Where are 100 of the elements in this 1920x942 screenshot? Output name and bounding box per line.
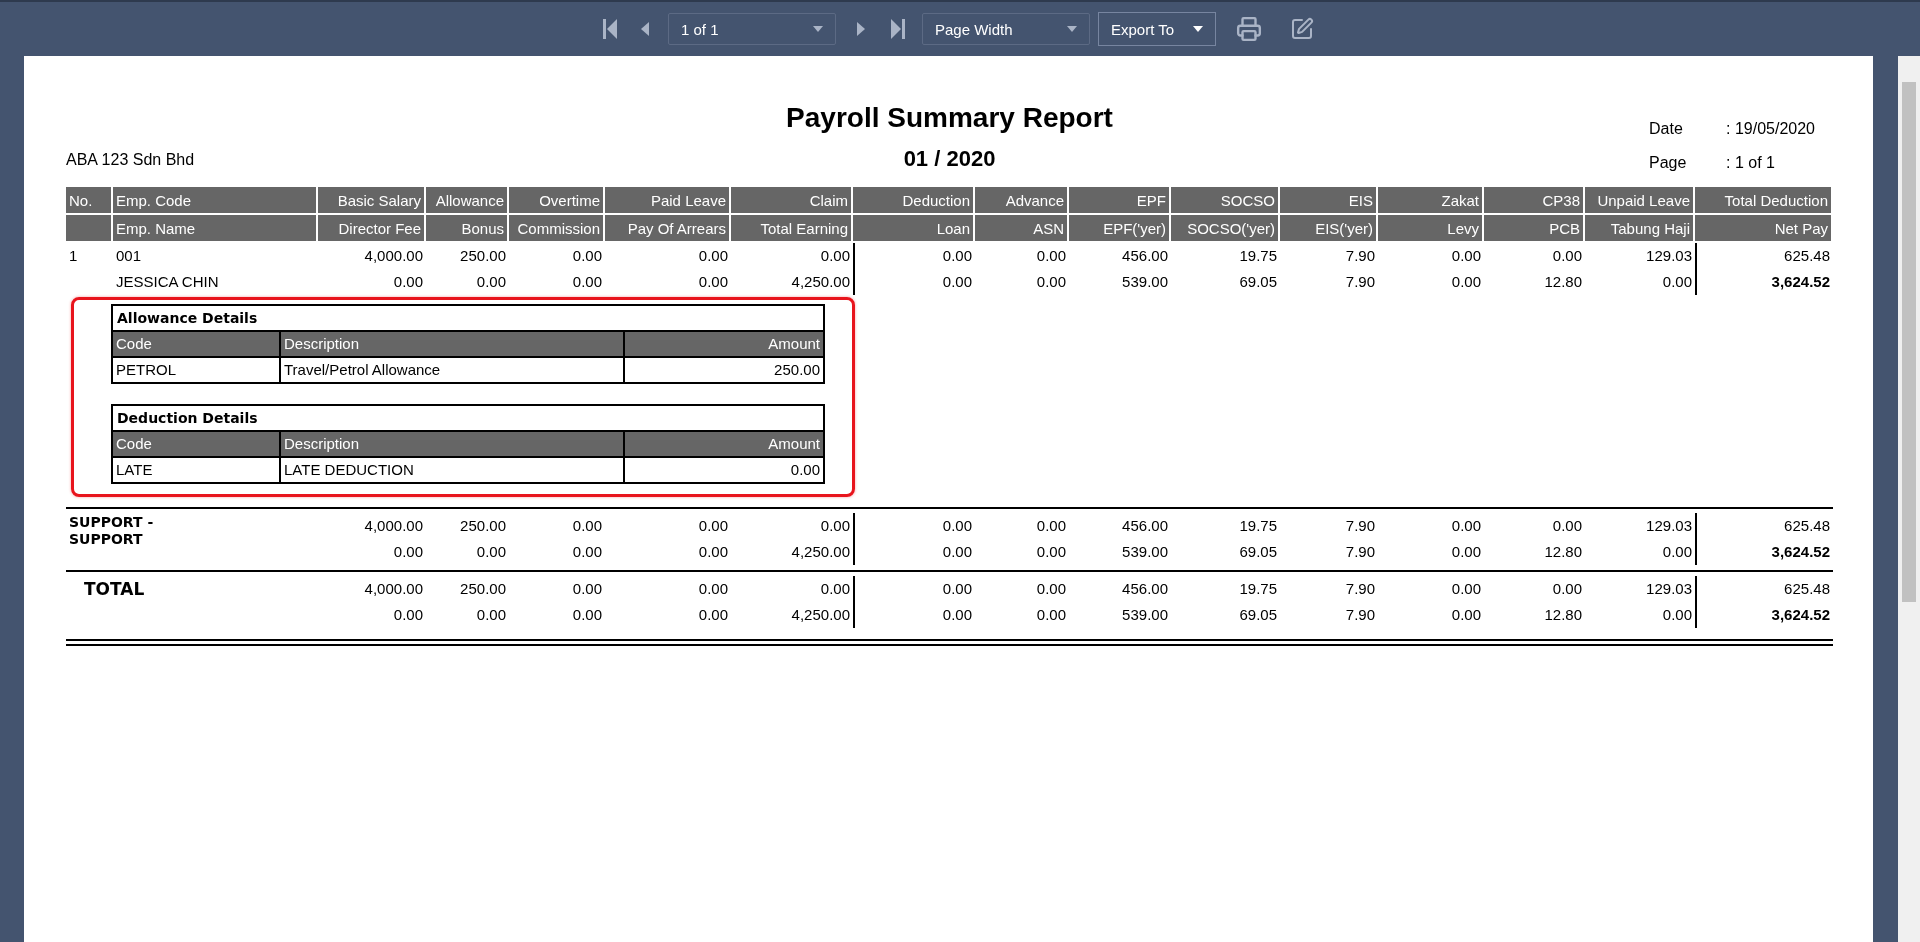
table-cell-text: 0.00: [475, 605, 507, 625]
table-cell-text: 129.03: [1645, 246, 1693, 266]
table-cell-text: 0.00: [1551, 579, 1583, 599]
table-cell-text: 69.05: [1238, 272, 1278, 292]
table-cell-text: 0.00: [819, 579, 851, 599]
table-cell-text: 539.00: [1121, 605, 1169, 625]
table-cell-text: 539.00: [1121, 542, 1169, 562]
column-header: No.: [66, 187, 113, 215]
table-cell-text: 539.00: [1121, 272, 1169, 292]
table-cell-text: 456.00: [1121, 516, 1169, 536]
table-cell-text: JESSICA CHIN: [115, 272, 220, 292]
column-header: Description: [279, 432, 623, 458]
table-cell-text: 0.00: [1035, 542, 1067, 562]
print-button[interactable]: [1236, 16, 1262, 42]
scrollbar[interactable]: [1898, 56, 1920, 942]
table-cell-text: 250.00: [459, 246, 507, 266]
table-cell-text: 0.00: [1035, 246, 1067, 266]
table-cell-text: 12.80: [1543, 542, 1583, 562]
table-cell-text: 12.80: [1543, 272, 1583, 292]
table-cell: 0.00: [853, 513, 975, 539]
table-cell-text: 0.00: [697, 605, 729, 625]
table-cell-text: 250.00: [459, 579, 507, 599]
table-cell-text: 0.00: [392, 542, 424, 562]
column-header: Director Fee: [318, 215, 426, 243]
column-header: SOCSO('yer): [1171, 215, 1280, 243]
table-cell: 0.00: [853, 576, 975, 602]
column-header: Code: [113, 432, 279, 458]
table-cell-text: 0.00: [697, 246, 729, 266]
table-cell-text: 0.00: [392, 605, 424, 625]
column-header: EPF('yer): [1069, 215, 1171, 243]
edit-button[interactable]: [1290, 17, 1314, 41]
table-cell-text: 7.90: [1344, 516, 1376, 536]
table-cell-text: 4,250.00: [790, 542, 851, 562]
table-cell-text: 0.00: [475, 542, 507, 562]
table-cell-text: PETROL: [115, 360, 177, 380]
date-label: Date: [1649, 119, 1684, 139]
column-header: Tabung Haji: [1585, 215, 1695, 243]
column-header: PCB: [1484, 215, 1585, 243]
column-header: Emp. Code: [113, 187, 318, 215]
column-header: Total Deduction: [1695, 187, 1833, 215]
table-cell-text: 4,250.00: [790, 605, 851, 625]
table-cell-text: 7.90: [1344, 605, 1376, 625]
page-selector[interactable]: 1 of 1: [668, 13, 836, 45]
column-header: SOCSO: [1171, 187, 1280, 215]
scrollbar-thumb[interactable]: [1902, 82, 1916, 602]
column-header: Levy: [1378, 215, 1484, 243]
table-cell-text: 0.00: [1450, 605, 1482, 625]
table-cell-text: 69.05: [1238, 542, 1278, 562]
table-cell-text: 0.00: [819, 246, 851, 266]
date-value: : 19/05/2020: [1726, 119, 1815, 139]
table-cell-text: 0.00: [571, 605, 603, 625]
column-header: Bonus: [426, 215, 509, 243]
column-header: Description: [279, 332, 623, 358]
column-header: Basic Salary: [318, 187, 426, 215]
table-cell-text: 0.00: [571, 272, 603, 292]
table-cell: 250.00: [623, 358, 823, 382]
previous-page-button[interactable]: [640, 21, 650, 37]
table-cell-text: 0.00: [392, 272, 424, 292]
table-cell-text: 7.90: [1344, 579, 1376, 599]
table-cell-text: 4,000.00: [363, 516, 424, 536]
table-cell: 3,624.52: [1695, 269, 1833, 295]
table-cell-text: 456.00: [1121, 579, 1169, 599]
table-cell: 625.48: [1695, 513, 1833, 539]
table-cell-text: 0.00: [1661, 272, 1693, 292]
zoom-selector[interactable]: Page Width: [922, 13, 1090, 45]
table-cell-text: 0.00: [697, 542, 729, 562]
table-cell-text: 7.90: [1344, 246, 1376, 266]
column-header: ASN: [975, 215, 1069, 243]
column-header: Deduction: [853, 187, 975, 215]
table-cell-text: 0.00: [697, 579, 729, 599]
table-cell-text: 0.00: [571, 579, 603, 599]
column-header: Zakat: [1378, 187, 1484, 215]
table-cell-text: 0.00: [697, 272, 729, 292]
column-header: Amount: [623, 332, 823, 358]
table-cell-text: 0.00: [1450, 246, 1482, 266]
table-cell-text: 001: [115, 246, 143, 266]
column-header: Overtime: [509, 187, 605, 215]
table-cell-text: 456.00: [1121, 246, 1169, 266]
table-cell: 3,624.52: [1695, 539, 1833, 565]
table-cell-text: 0.00: [571, 246, 603, 266]
first-page-button[interactable]: [602, 18, 618, 40]
table-cell: 0.00: [853, 602, 975, 628]
column-header: Net Pay: [1695, 215, 1833, 243]
caret-icon: [813, 26, 823, 32]
edit-icon: [1290, 17, 1314, 41]
export-button[interactable]: Export To: [1098, 12, 1216, 46]
last-page-button[interactable]: [890, 18, 906, 40]
table-cell-text: 129.03: [1645, 516, 1693, 536]
caret-icon: [1067, 26, 1077, 32]
column-header: Claim: [731, 187, 853, 215]
total-label: TOTAL: [83, 578, 146, 601]
table-cell: 625.48: [1695, 576, 1833, 602]
table-cell-text: 0.00: [1035, 272, 1067, 292]
column-header: Commission: [509, 215, 605, 243]
table-cell-text: 0.00: [1450, 579, 1482, 599]
table-cell-text: 0.00: [1035, 605, 1067, 625]
table-cell-text: 0.00: [697, 516, 729, 536]
table-cell-text: 7.90: [1344, 272, 1376, 292]
table-cell-text: 0.00: [1661, 605, 1693, 625]
next-page-button[interactable]: [856, 21, 866, 37]
